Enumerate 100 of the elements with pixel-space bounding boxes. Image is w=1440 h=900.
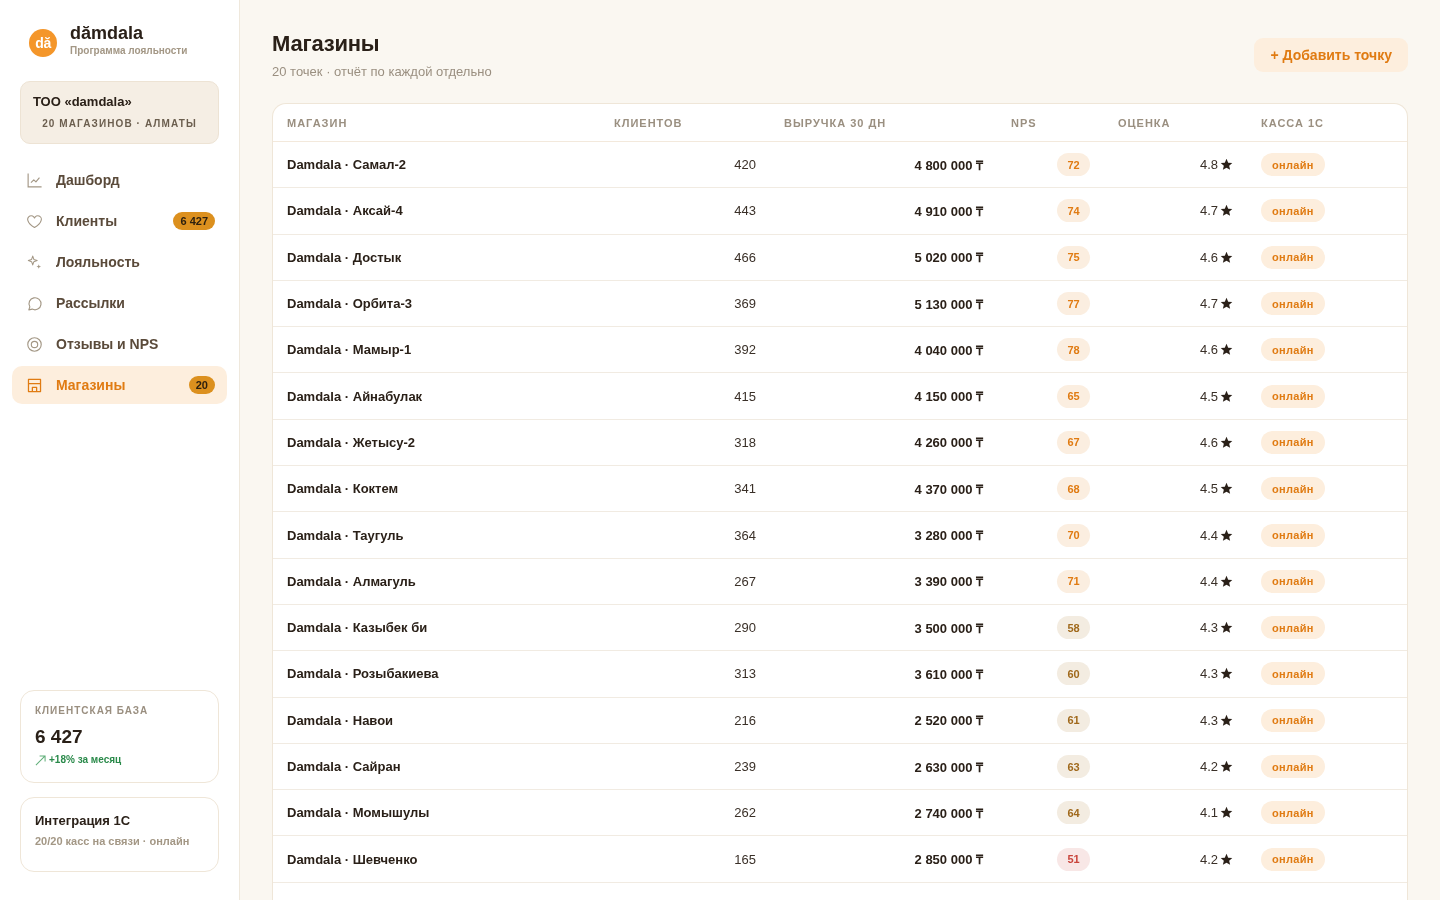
- star-icon: [1220, 760, 1233, 773]
- page-title: Магазины: [272, 31, 381, 57]
- revenue-amount: 2 630 000 ₸: [913, 758, 984, 776]
- status-pill: онлайн: [1261, 801, 1325, 825]
- clients-count: 239: [733, 759, 757, 774]
- star-icon: [1220, 621, 1233, 635]
- nav-item[interactable]: Дашборд: [12, 161, 227, 199]
- nav-item[interactable]: Лояльность: [12, 243, 227, 281]
- column-header: ВЫРУЧКА 30 ДН: [783, 116, 888, 129]
- revenue-amount: 4 150 000 ₸: [913, 388, 984, 406]
- clients-count: 313: [733, 666, 757, 682]
- store-name: Damdala · Алмагуль: [286, 573, 417, 589]
- column-header: КЛИЕНТОВ: [613, 116, 684, 129]
- store-name: Damdala · Момышулы: [286, 805, 431, 821]
- clients-count: 262: [733, 805, 757, 821]
- store-name: Damdala · Сайран: [286, 759, 402, 774]
- store-name: Damdala · Мамыр-1: [286, 342, 413, 358]
- status-pill: онлайн: [1261, 384, 1325, 408]
- nps-badge: 70: [1057, 523, 1090, 547]
- revenue-amount: 5 130 000 ₸: [913, 295, 984, 313]
- brand-tagline: Программа лояльности: [70, 45, 188, 57]
- nav-item[interactable]: Клиенты 6 427: [12, 202, 227, 240]
- count-badge: 20: [188, 376, 215, 394]
- rating-value: 4.1: [1199, 805, 1218, 821]
- nps-badge: 60: [1057, 662, 1090, 686]
- star-icon: [1220, 482, 1233, 496]
- nps-badge: 61: [1057, 708, 1090, 732]
- status-pill: онлайн: [1261, 708, 1325, 732]
- rating-value: 4.3: [1199, 666, 1218, 682]
- store-name: Damdala · Коктем: [286, 481, 400, 497]
- nps-badge: 58: [1057, 616, 1090, 640]
- logo-mark: dă: [29, 29, 57, 57]
- revenue-amount: 2 740 000 ₸: [913, 804, 984, 822]
- status-pill: онлайн: [1261, 755, 1325, 778]
- clients-count: 290: [733, 620, 757, 636]
- nav-item[interactable]: Отзывы и NPS: [12, 325, 227, 363]
- nav-item[interactable]: Рассылки: [12, 284, 227, 322]
- org-details: 20 МАГАЗИНОВ · АЛМАТЫ: [41, 118, 198, 130]
- store-name: Damdala · Казыбек би: [286, 620, 429, 636]
- nav-item[interactable]: Магазины 20: [12, 366, 227, 404]
- clients-count: 369: [733, 296, 757, 312]
- brand-name: dămdala: [70, 23, 145, 43]
- store-name: Damdala · Жетысу-2: [286, 434, 417, 450]
- revenue-amount: 4 800 000 ₸: [913, 156, 984, 174]
- status-pill: онлайн: [1261, 292, 1325, 316]
- revenue-amount: 4 370 000 ₸: [913, 480, 984, 498]
- revenue-amount: 4 910 000 ₸: [913, 202, 984, 220]
- integration-title: Интеграция 1С: [35, 813, 132, 829]
- nps-badge: 68: [1057, 477, 1090, 501]
- store-name: Damdala · Айнабулак: [286, 388, 424, 404]
- rating-value: 4.6: [1199, 342, 1218, 358]
- store-name: Damdala · Достык: [286, 249, 403, 265]
- clients-count: 420: [733, 157, 757, 173]
- star-icon: [1220, 806, 1233, 820]
- store-name: Damdala · Розыбакиева: [286, 666, 440, 682]
- revenue-amount: 2 520 000 ₸: [913, 712, 984, 730]
- revenue-amount: 4 040 000 ₸: [913, 341, 984, 359]
- rating-value: 4.5: [1199, 481, 1218, 497]
- column-header: МАГАЗИН: [286, 116, 349, 129]
- page-subtitle: 20 точек · отчёт по каждой отдельно: [272, 64, 492, 80]
- rating-value: 4.6: [1199, 434, 1218, 450]
- status-pill: онлайн: [1261, 199, 1325, 223]
- trend-text: +18% за месяц: [49, 754, 122, 766]
- count-badge: 6 427: [173, 212, 215, 230]
- status-pill: онлайн: [1261, 662, 1325, 686]
- clients-count: 318: [733, 434, 757, 450]
- star-icon: [1220, 389, 1233, 403]
- star-icon: [1220, 204, 1233, 218]
- org-name: ТОО «damdala»: [33, 94, 133, 110]
- rating-value: 4.8: [1199, 157, 1218, 173]
- clients-count: 392: [733, 342, 757, 358]
- star-icon: [1220, 343, 1233, 357]
- clients-count: 364: [733, 527, 757, 543]
- chart-icon: [26, 171, 43, 189]
- status-pill: онлайн: [1261, 338, 1325, 362]
- nps-badge: 72: [1057, 153, 1090, 177]
- clients-count: 415: [733, 388, 757, 404]
- status-pill: онлайн: [1261, 569, 1325, 593]
- clients-count: 165: [733, 851, 757, 867]
- store-name: Damdala · Самал-2: [286, 157, 407, 173]
- rating-value: 4.2: [1199, 759, 1218, 774]
- rating-value: 4.7: [1199, 203, 1218, 219]
- rating-value: 4.4: [1199, 527, 1218, 543]
- revenue-amount: 3 390 000 ₸: [913, 573, 984, 591]
- revenue-amount: 3 280 000 ₸: [913, 527, 984, 544]
- status-pill: онлайн: [1261, 523, 1325, 547]
- sparkle-icon: [26, 253, 43, 271]
- store-name: Damdala · Шевченко: [286, 851, 419, 867]
- stat-label: КЛИЕНТСКАЯ БАЗА: [35, 705, 150, 717]
- heart-icon: [26, 212, 43, 230]
- star-icon: [1220, 852, 1233, 866]
- rating-value: 4.3: [1199, 620, 1218, 636]
- chat-bubble-icon: [26, 294, 43, 312]
- store-name: Damdala · Таугуль: [286, 527, 405, 543]
- clients-count: 216: [733, 712, 757, 728]
- rating-value: 4.4: [1199, 573, 1218, 589]
- store-name: Damdala · Аксай-4: [286, 203, 404, 219]
- store-name: Damdala · Орбита-3: [286, 296, 413, 312]
- star-icon: [1220, 158, 1233, 172]
- status-pill: онлайн: [1261, 847, 1325, 871]
